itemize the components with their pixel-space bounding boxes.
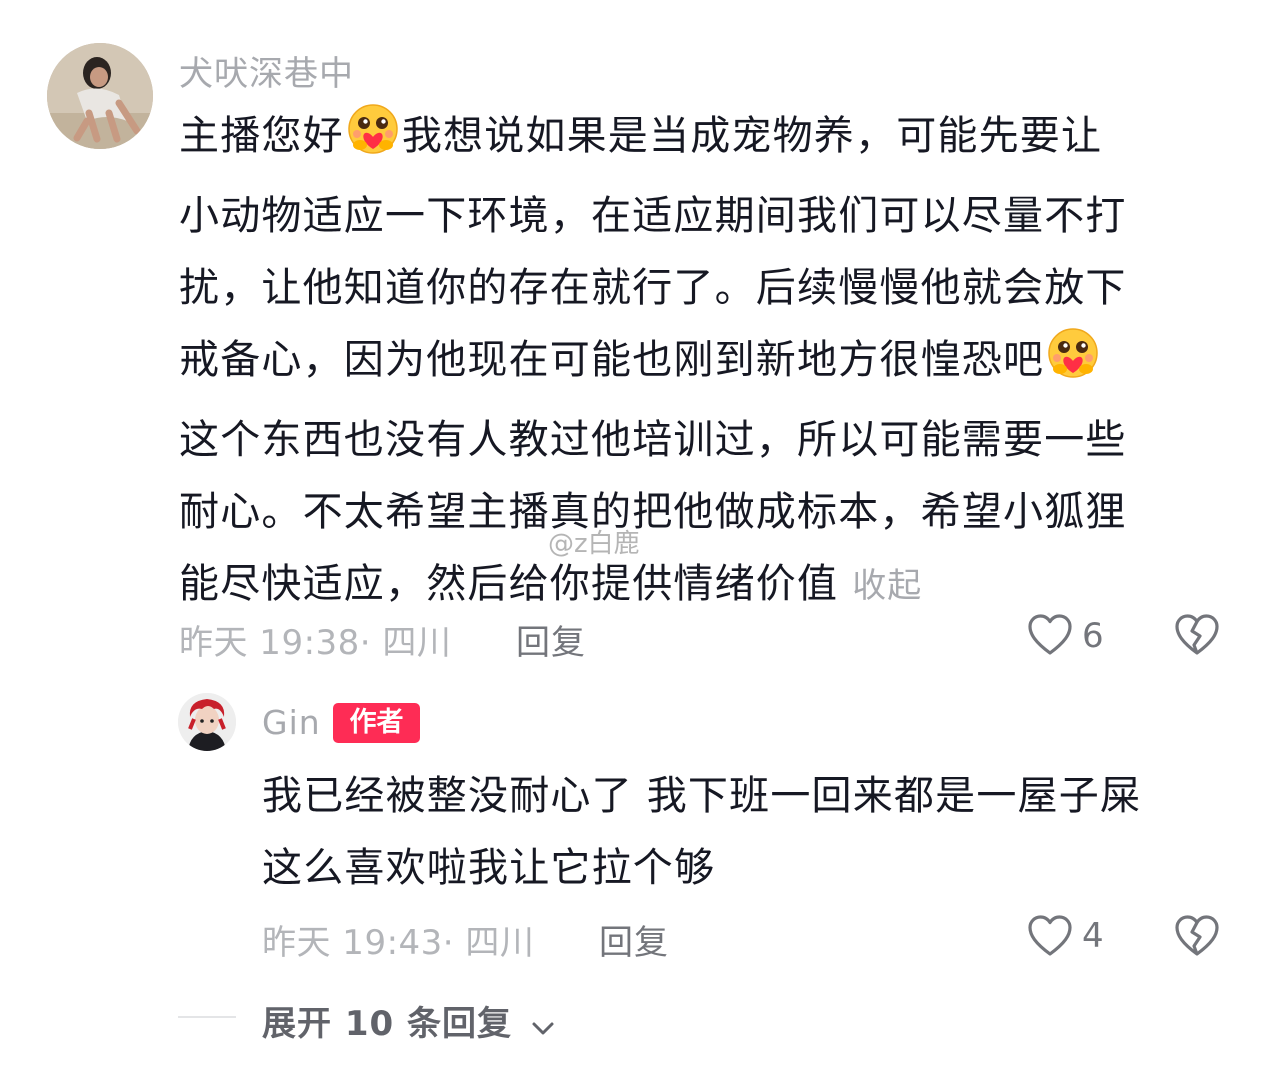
commenter-avatar[interactable] — [47, 43, 153, 149]
expand-replies-button[interactable]: 展开 10 条回复 — [262, 996, 555, 1046]
hugging-face-icon — [1046, 327, 1100, 404]
expand-divider — [178, 1016, 236, 1018]
reply-author-avatar[interactable] — [178, 693, 236, 751]
comment-line: 耐心。不太希望主播真的把他做成标本，希望小狐狸 — [179, 489, 1127, 535]
comment-text: 主播您好 — [179, 113, 344, 159]
reply-line: 我已经被整没耐心了 我下班一回来都是一屋子屎 — [262, 773, 1142, 819]
comment-text: 我想说如果是当成宠物养，可能先要让 — [401, 113, 1103, 159]
like-button[interactable] — [1027, 914, 1073, 962]
comment-timestamp-location: 昨天 19:38· 四川 — [179, 623, 452, 663]
heart-icon — [1027, 614, 1073, 661]
reply-body: 我已经被整没耐心了 我下班一回来都是一屋子屎 这么喜欢啦我让它拉个够 — [262, 760, 1141, 904]
heart-icon — [1027, 915, 1073, 962]
comment-line: 戒备心，因为他现在可能也刚到新地方很惶恐吧 — [179, 324, 1127, 404]
comment-line: 小动物适应一下环境，在适应期间我们可以尽量不打 — [179, 193, 1127, 239]
comment-line: 扰，让他知道你的存在就行了。后续慢慢他就会放下 — [179, 265, 1127, 311]
reply-button[interactable]: 回复 — [599, 915, 669, 964]
watermark: @z白鹿 — [548, 529, 640, 559]
broken-heart-icon — [1174, 614, 1220, 661]
reply-author-username[interactable]: Gin — [262, 703, 321, 742]
like-count: 6 — [1082, 616, 1104, 656]
comment-text: 戒备心，因为他现在可能也刚到新地方很惶恐吧 — [179, 337, 1045, 383]
dislike-button[interactable] — [1174, 914, 1220, 962]
like-button[interactable] — [1027, 613, 1073, 661]
reply-button[interactable]: 回复 — [516, 615, 586, 664]
like-count: 4 — [1082, 916, 1104, 956]
comment-text: 能尽快适应，然后给你提供情绪价值 — [179, 561, 839, 607]
collapse-link[interactable]: 收起 — [852, 566, 922, 606]
broken-heart-icon — [1174, 915, 1220, 962]
reply-line: 这么喜欢啦我让它拉个够 — [262, 845, 716, 891]
author-badge: 作者 — [333, 703, 420, 743]
dislike-button[interactable] — [1174, 613, 1220, 661]
comment-body: 主播您好 我想说如果是当成宠物养，可能先要让 小动物适应一下环境，在适应期间我们… — [179, 100, 1127, 622]
comment-line: 能尽快适应，然后给你提供情绪价值 收起 — [179, 548, 1127, 622]
comment-line: 主播您好 我想说如果是当成宠物养，可能先要让 — [179, 100, 1127, 180]
comment-line: 这个东西也没有人教过他培训过，所以可能需要一些 — [179, 417, 1127, 463]
reply-timestamp-location: 昨天 19:43· 四川 — [262, 923, 535, 963]
commenter-username[interactable]: 犬吠深巷中 — [179, 46, 354, 95]
expand-replies-label: 展开 10 条回复 — [262, 1004, 512, 1044]
hugging-face-icon — [346, 103, 400, 180]
chevron-down-icon — [531, 1006, 555, 1046]
